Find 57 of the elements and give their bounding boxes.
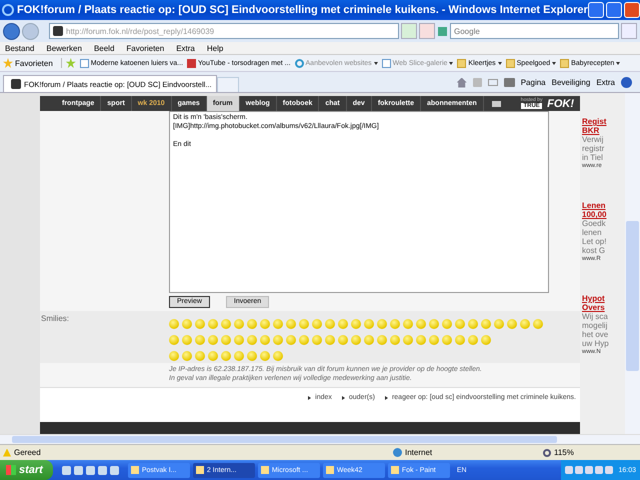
ad-text: lenen <box>582 228 603 237</box>
menu-item[interactable]: Favorieten <box>126 44 164 52</box>
window-title: FOK!forum / Plaats reactie op: [OUD SC] Eindvoorstelling met criminele kuikens. - Windows Internet Explorer <box>17 4 588 16</box>
menu-item[interactable]: Bestand <box>5 44 34 52</box>
vertical-scrollbar[interactable] <box>625 93 640 434</box>
site-logo: FOK! <box>547 98 574 110</box>
command-menu[interactable]: Extra <box>596 78 615 87</box>
add-favorite-icon[interactable] <box>66 58 76 68</box>
favorites-button[interactable]: Favorieten <box>3 58 62 68</box>
minimize-button[interactable] <box>588 2 604 18</box>
ad-title[interactable]: Regist <box>582 117 625 126</box>
back-button[interactable] <box>3 22 20 40</box>
ad-text: mogelij <box>582 321 608 330</box>
stop-button[interactable] <box>419 23 435 39</box>
menu-item[interactable]: Help <box>206 44 224 52</box>
site-icon <box>53 26 63 36</box>
horizontal-scrollbar[interactable] <box>0 434 640 444</box>
menu-item[interactable]: Beeld <box>94 44 114 52</box>
ad-text: registr <box>582 144 606 153</box>
envelope-icon[interactable] <box>492 100 501 106</box>
ad-title[interactable]: 100,00 <box>582 210 625 219</box>
magnifier-icon <box>543 448 551 456</box>
ad-text: Verwij <box>582 135 604 144</box>
globe-icon <box>393 448 402 457</box>
menu-item[interactable]: Bewerken <box>46 44 82 52</box>
ad-text: Wij sca <box>582 312 609 321</box>
maximize-button[interactable] <box>606 2 622 18</box>
ad-text: Let op! <box>582 237 608 246</box>
home-icon[interactable] <box>456 78 467 88</box>
browser-icon <box>2 4 14 16</box>
command-menu[interactable]: Beveiliging <box>552 78 590 87</box>
url-text: http://forum.fok.nl/rde/post_reply/1469039 <box>66 26 214 36</box>
security-zone: Internet <box>393 448 543 457</box>
warning-icon <box>3 448 11 456</box>
new-tab-button[interactable] <box>216 77 239 92</box>
smilies-label: Smilies: <box>41 314 70 323</box>
ad-text: Goedk <box>582 219 607 228</box>
ad-title[interactable]: Hypot <box>582 294 625 303</box>
ad-title[interactable]: BKR <box>582 126 625 135</box>
ad-title[interactable]: Lenen <box>582 201 625 210</box>
close-button[interactable] <box>624 2 640 18</box>
help-icon[interactable] <box>621 77 632 88</box>
ad-title[interactable]: Overs <box>582 303 625 312</box>
mail-icon[interactable] <box>488 79 498 86</box>
search-field[interactable]: Google <box>450 23 619 39</box>
zoom-button[interactable]: 115% <box>543 448 574 457</box>
ad-text: het ove <box>582 330 610 339</box>
ad-text: kost G <box>582 246 606 255</box>
ad-text: uw Hyp <box>582 339 610 348</box>
search-button[interactable] <box>621 23 637 39</box>
menu-item[interactable]: Extra <box>176 44 195 52</box>
refresh-button[interactable] <box>401 23 417 39</box>
printer-icon[interactable] <box>504 78 515 87</box>
command-menu[interactable]: Pagina <box>520 78 546 87</box>
feed-icon[interactable] <box>472 78 482 87</box>
status-text: Gereed <box>0 448 393 457</box>
ad-text: in Tiel <box>582 153 604 162</box>
